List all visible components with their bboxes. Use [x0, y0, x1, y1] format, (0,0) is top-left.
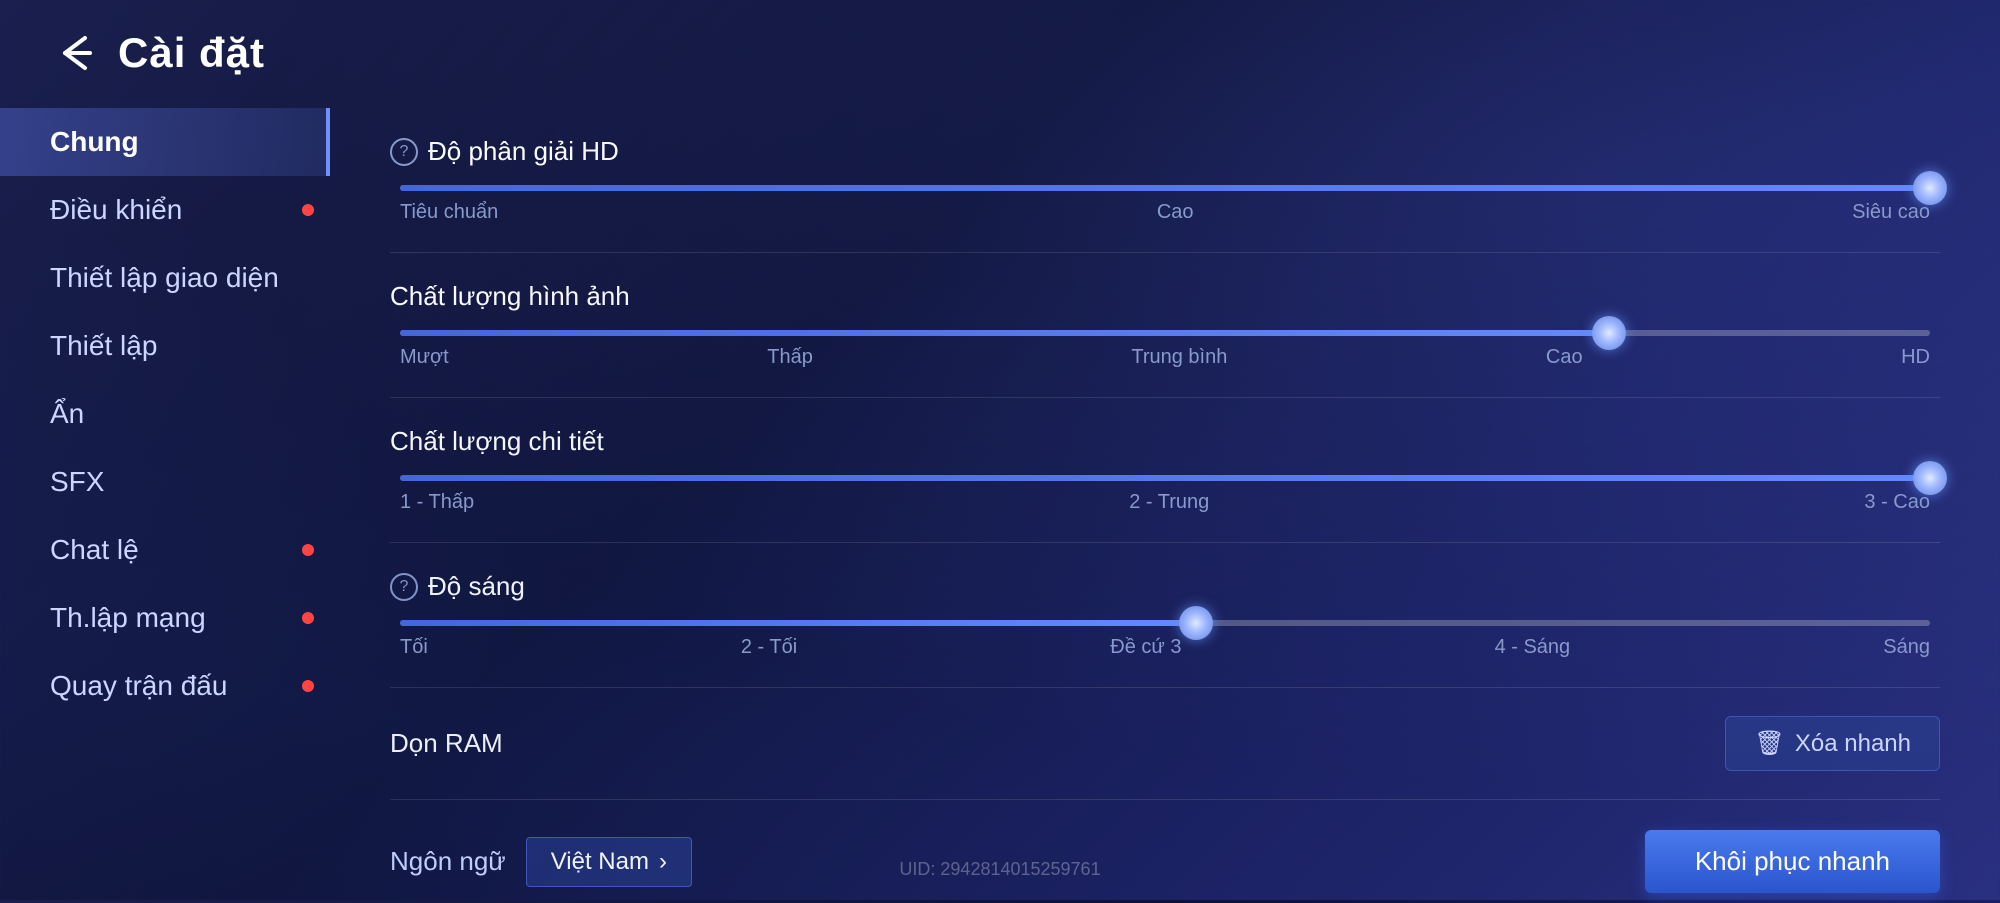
- slider-track: [400, 185, 1930, 191]
- slider-thumb[interactable]: [1179, 606, 1213, 640]
- uid-text: UID: 2942814015259761: [899, 859, 1100, 880]
- slider-fill: [400, 475, 1930, 481]
- help-icon-do-phan-giai[interactable]: ?: [390, 138, 418, 166]
- khoi-phuc-nhanh-button[interactable]: Khôi phục nhanh: [1645, 830, 1940, 893]
- xoa-nhanh-button[interactable]: 🗑 Xóa nhanh: [1725, 716, 1940, 771]
- slider-do-sang[interactable]: Tối 2 - Tối Đề cứ 3 4 - Sáng Sáng: [400, 620, 1930, 659]
- sidebar: Chung Điều khiển Thiết lập giao diện Thi…: [0, 98, 330, 898]
- setting-do-sang: ? Độ sáng Tối 2 - Tối Đề cứ 3 4 - Sáng S…: [390, 543, 1940, 688]
- help-icon-do-sang[interactable]: ?: [390, 573, 418, 601]
- sidebar-item-thiet-lap[interactable]: Thiết lập: [0, 312, 330, 380]
- sidebar-item-chat-le[interactable]: Chat lệ: [0, 516, 330, 584]
- main-layout: Chung Điều khiển Thiết lập giao diện Thi…: [0, 98, 2000, 898]
- slider-fill: [400, 330, 1609, 336]
- slider-thumb[interactable]: [1913, 171, 1947, 205]
- slider-fill: [400, 185, 1930, 191]
- slider-labels: Tiêu chuẩn Cao Siêu cao: [400, 201, 1930, 224]
- setting-label-do-sang: ? Độ sáng: [390, 571, 1940, 602]
- setting-label-chat-luong-hinh-anh: Chất lượng hình ảnh: [390, 281, 1940, 312]
- page-title: Cài đặt: [118, 29, 265, 77]
- trash-icon: 🗑: [1754, 729, 1784, 758]
- setting-chat-luong-chi-tiet: Chất lượng chi tiết 1 - Thấp 2 - Trung 3…: [390, 398, 1940, 543]
- slider-thumb[interactable]: [1592, 316, 1626, 350]
- content-area: ? Độ phân giải HD Tiêu chuẩn Cao Siêu ca…: [330, 98, 2000, 898]
- setting-label-chat-luong-chi-tiet: Chất lượng chi tiết: [390, 426, 1940, 457]
- sidebar-item-dieu-khien[interactable]: Điều khiển: [0, 176, 330, 244]
- notification-dot-chat-le: [302, 544, 314, 556]
- sidebar-item-thiet-lap-giao-dien[interactable]: Thiết lập giao diện: [0, 244, 330, 312]
- slider-do-phan-giai[interactable]: Tiêu chuẩn Cao Siêu cao: [400, 185, 1930, 224]
- sidebar-item-an[interactable]: Ẩn: [0, 380, 330, 448]
- slider-chat-luong-chi-tiet[interactable]: 1 - Thấp 2 - Trung 3 - Cao: [400, 475, 1930, 514]
- slider-track: [400, 475, 1930, 481]
- back-arrow-icon[interactable]: [50, 28, 100, 78]
- slider-labels: 1 - Thấp 2 - Trung 3 - Cao: [400, 491, 1930, 514]
- notification-dot: [302, 204, 314, 216]
- sidebar-item-quay-tran-dau[interactable]: Quay trận đấu: [0, 652, 330, 720]
- language-button[interactable]: Việt Nam ›: [526, 837, 692, 887]
- slider-fill: [400, 620, 1196, 626]
- language-label: Ngôn ngữ: [390, 846, 506, 877]
- slider-labels: Mượt Thấp Trung bình Cao HD: [400, 346, 1930, 369]
- ram-row: Dọn RAM 🗑 Xóa nhanh: [390, 688, 1940, 800]
- sidebar-item-th-lap-mang[interactable]: Th.lập mạng: [0, 584, 330, 652]
- language-row: Ngôn ngữ Việt Nam ›: [390, 837, 692, 887]
- notification-dot-mang: [302, 612, 314, 624]
- sidebar-item-chung[interactable]: Chung: [0, 108, 330, 176]
- header: Cài đặt: [0, 0, 2000, 98]
- sidebar-item-sfx[interactable]: SFX: [0, 448, 330, 516]
- chevron-right-icon: ›: [659, 848, 667, 876]
- footer: Ngôn ngữ Việt Nam › Khôi phục nhanh: [390, 800, 1940, 903]
- slider-thumb[interactable]: [1913, 461, 1947, 495]
- slider-track: [400, 330, 1930, 336]
- slider-chat-luong-hinh-anh[interactable]: Mượt Thấp Trung bình Cao HD: [400, 330, 1930, 369]
- ram-label: Dọn RAM: [390, 728, 503, 759]
- slider-track: [400, 620, 1930, 626]
- setting-do-phan-giai: ? Độ phân giải HD Tiêu chuẩn Cao Siêu ca…: [390, 108, 1940, 253]
- setting-chat-luong-hinh-anh: Chất lượng hình ảnh Mượt Thấp Trung bình…: [390, 253, 1940, 398]
- setting-label-do-phan-giai: ? Độ phân giải HD: [390, 136, 1940, 167]
- slider-labels: Tối 2 - Tối Đề cứ 3 4 - Sáng Sáng: [400, 636, 1930, 659]
- notification-dot-quay: [302, 680, 314, 692]
